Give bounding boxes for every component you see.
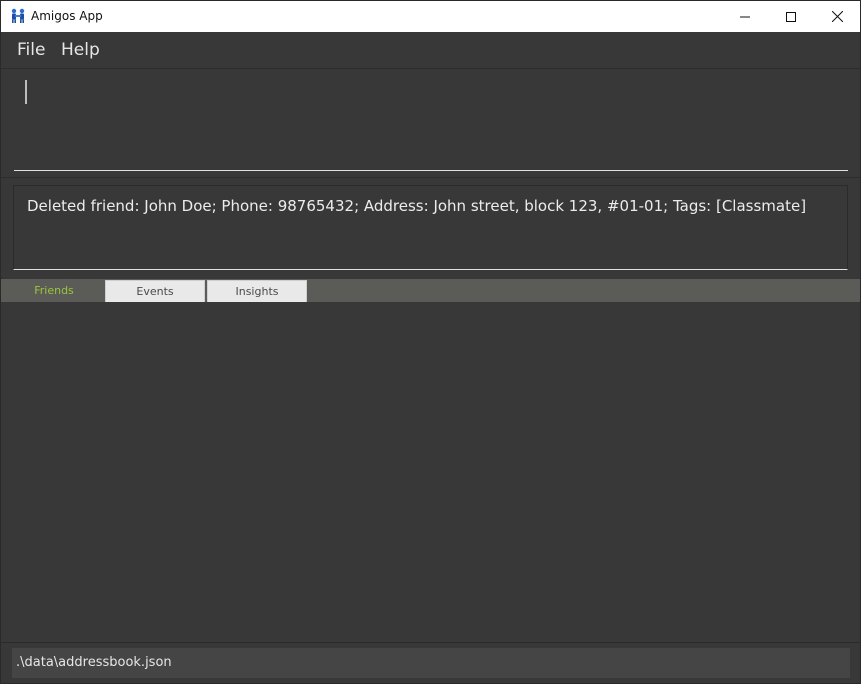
status-bar: .\data\addressbook.json: [1, 643, 860, 683]
maximize-icon: [786, 7, 796, 26]
command-input[interactable]: [14, 73, 848, 171]
title-bar: Amigos App: [1, 1, 860, 32]
menu-bar: File Help: [1, 32, 860, 69]
status-bar-box: .\data\addressbook.json: [12, 648, 850, 678]
save-location-path: .\data\addressbook.json: [16, 655, 172, 670]
result-display-area: Deleted friend: John Doe; Phone: 9876543…: [1, 178, 860, 277]
tab-events[interactable]: Events: [105, 280, 205, 302]
app-window: Amigos App File Help Deleted friend: Joh…: [0, 0, 861, 684]
command-box: [1, 69, 860, 178]
friends-list-panel: [1, 302, 860, 643]
tab-friends[interactable]: Friends: [4, 280, 104, 302]
tab-insights[interactable]: Insights: [207, 280, 307, 302]
menu-file[interactable]: File: [17, 40, 45, 60]
maximize-button[interactable]: [768, 1, 814, 32]
close-button[interactable]: [814, 1, 860, 32]
minimize-icon: [740, 7, 750, 26]
tab-bar: Friends Events Insights: [1, 279, 860, 302]
window-title: Amigos App: [31, 9, 103, 23]
minimize-button[interactable]: [722, 1, 768, 32]
app-logo-icon: [10, 8, 26, 24]
result-message: Deleted friend: John Doe; Phone: 9876543…: [27, 197, 807, 215]
result-display: Deleted friend: John Doe; Phone: 9876543…: [13, 185, 848, 270]
close-icon: [831, 7, 843, 26]
text-caret: [25, 80, 27, 104]
menu-help[interactable]: Help: [61, 40, 100, 60]
